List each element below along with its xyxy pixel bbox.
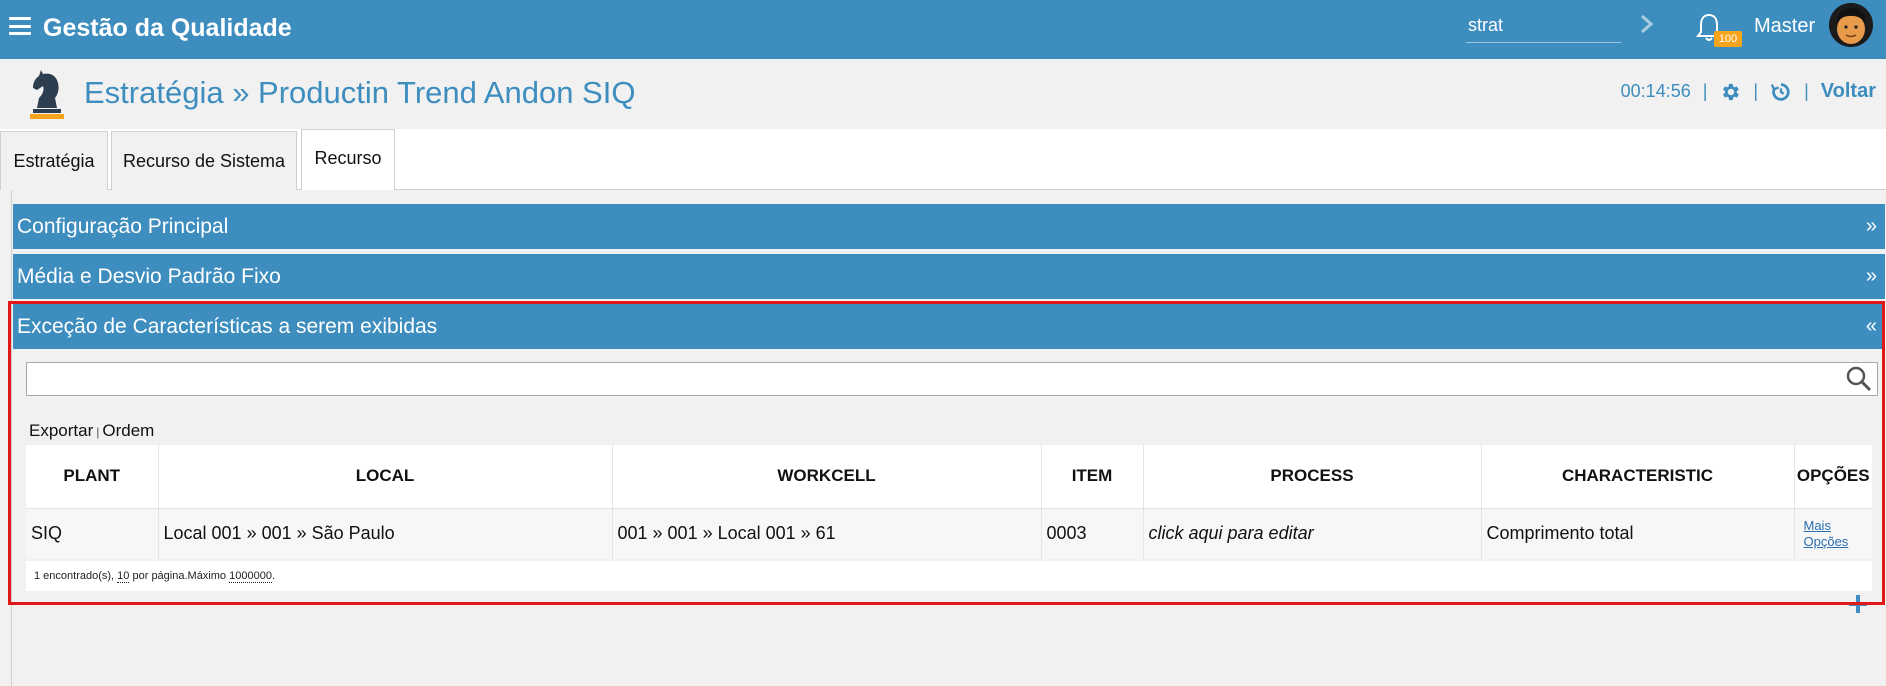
pagination-info: 1 encontrado(s), 10 por página.Máximo 10… xyxy=(26,561,1872,591)
cell-characteristic: Comprimento total xyxy=(1481,507,1795,559)
username-label[interactable]: Master xyxy=(1754,15,1815,38)
max-value[interactable]: 1000000 xyxy=(229,570,272,583)
magnifier-icon[interactable] xyxy=(1846,366,1872,392)
tab-recurso-de-sistema[interactable]: Recurso de Sistema xyxy=(111,131,297,190)
table-header-row: PLANT LOCAL WORKCELL ITEM PROCESS CHARAC… xyxy=(26,445,1872,508)
column-header-plant[interactable]: PLANT xyxy=(26,445,159,508)
found-count-text: 1 encontrado(s), xyxy=(34,570,115,582)
separator: | xyxy=(1753,81,1759,101)
expand-toggle[interactable]: » xyxy=(1866,204,1877,249)
column-header-process[interactable]: PROCESS xyxy=(1143,445,1482,508)
table-row[interactable]: SIQ Local 001 » 001 » São Paulo 001 » 00… xyxy=(26,507,1873,559)
order-link[interactable]: Ordem xyxy=(102,421,154,440)
plus-icon[interactable] xyxy=(1848,594,1868,614)
panel-excecao-caracteristicas[interactable]: Exceção de Características a serem exibi… xyxy=(13,304,1885,349)
notification-count-badge: 100 xyxy=(1714,31,1742,47)
column-header-local[interactable]: LOCAL xyxy=(158,445,613,508)
export-link[interactable]: Exportar xyxy=(29,421,93,440)
expand-toggle[interactable]: » xyxy=(1866,254,1877,299)
column-header-characteristic[interactable]: CHARACTERISTIC xyxy=(1481,445,1795,508)
more-options-line1: Mais xyxy=(1803,517,1831,533)
cell-item: 0003 xyxy=(1041,507,1144,559)
cell-process-edit[interactable]: click aqui para editar xyxy=(1143,507,1482,559)
chess-knight-icon xyxy=(30,70,64,119)
cell-local: Local 001 » 001 » São Paulo xyxy=(158,507,613,559)
footer-end: . xyxy=(271,570,275,582)
more-options-link[interactable]: Mais Opções xyxy=(1800,518,1873,550)
per-page-value[interactable]: 10 xyxy=(117,570,130,583)
panel-configuracao-principal[interactable]: Configuração Principal » xyxy=(13,204,1885,249)
separator: | xyxy=(1804,81,1809,101)
cell-plant: SIQ xyxy=(26,507,159,559)
top-navigation-bar: Gestão da Qualidade 100 Master xyxy=(0,0,1886,59)
column-header-opcoes: OPÇÕES xyxy=(1794,445,1872,508)
session-timer: 00:14:56 xyxy=(1620,81,1691,101)
separator: | xyxy=(1702,81,1708,101)
hamburger-menu-icon[interactable] xyxy=(9,17,31,35)
panel-title: Exceção de Características a serem exibi… xyxy=(17,315,438,338)
tab-recurso[interactable]: Recurso xyxy=(301,129,395,190)
tab-estrategia[interactable]: Estratégia xyxy=(0,131,108,190)
page-title: Estratégia » Productin Trend Andon SIQ xyxy=(84,75,636,110)
column-header-workcell[interactable]: WORKCELL xyxy=(612,445,1042,508)
table-filter-input[interactable] xyxy=(26,362,1878,396)
user-avatar-icon xyxy=(1829,3,1873,47)
header-tools: 00:14:56 | | | Voltar xyxy=(1621,80,1876,103)
exceptions-table: PLANT LOCAL WORKCELL ITEM PROCESS CHARAC… xyxy=(26,445,1872,559)
back-button[interactable]: Voltar xyxy=(1821,80,1876,103)
table-actions: Exportar | Ordem xyxy=(29,421,154,441)
tab-bar: Estratégia Recurso de Sistema Recurso xyxy=(0,129,1886,190)
app-title: Gestão da Qualidade xyxy=(43,14,292,42)
global-search-input[interactable] xyxy=(1466,9,1621,43)
avatar[interactable] xyxy=(1829,3,1873,47)
collapse-toggle[interactable]: « xyxy=(1866,304,1877,349)
gear-icon[interactable] xyxy=(1719,81,1741,103)
separator: | xyxy=(96,425,100,439)
history-icon[interactable] xyxy=(1770,81,1792,103)
panel-title: Configuração Principal xyxy=(17,215,229,238)
panel-title: Média e Desvio Padrão Fixo xyxy=(17,265,281,288)
column-header-item[interactable]: ITEM xyxy=(1041,445,1144,508)
per-page-text: por página.Máximo xyxy=(132,570,227,582)
chevron-right-icon[interactable] xyxy=(1638,12,1656,36)
cell-workcell: 001 » 001 » Local 001 » 61 xyxy=(612,507,1042,559)
cell-options: Mais Opções xyxy=(1794,507,1873,559)
panel-media-desvio-padrao[interactable]: Média e Desvio Padrão Fixo » xyxy=(13,254,1885,299)
more-options-line2: Opções xyxy=(1803,533,1849,549)
